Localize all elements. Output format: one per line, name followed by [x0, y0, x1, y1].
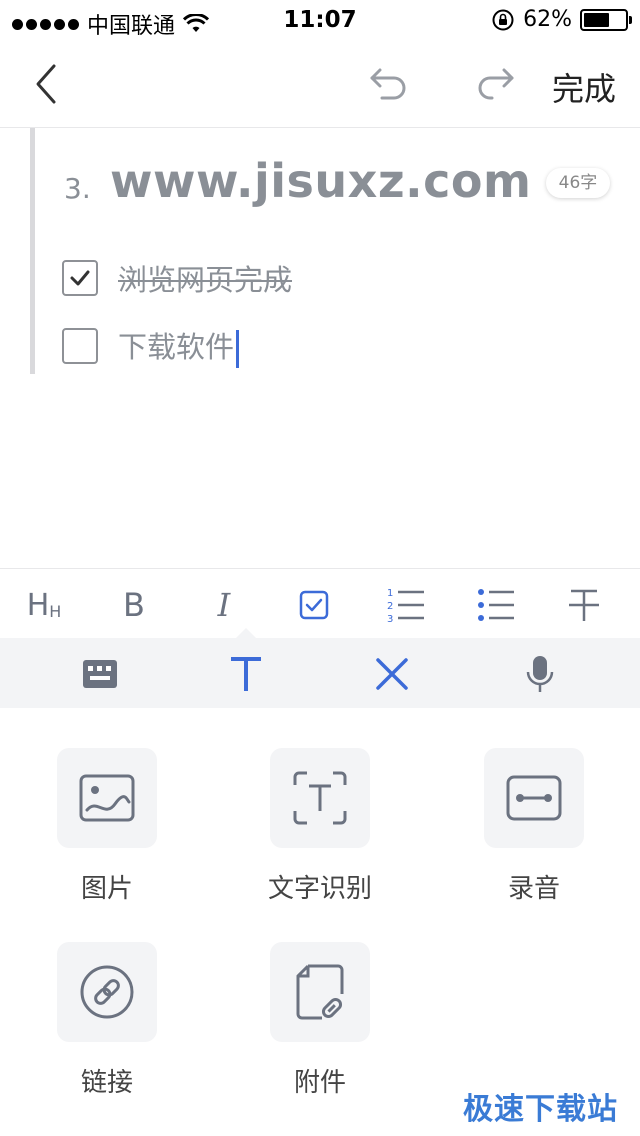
battery-fill	[584, 12, 609, 27]
heading-text[interactable]: www.jisuxz.com	[110, 154, 531, 208]
microphone-icon[interactable]	[516, 650, 564, 698]
insert-recording-button[interactable]	[484, 748, 584, 848]
insert-recording-label: 录音	[507, 874, 560, 904]
status-bar: 中国联通 11:07 62%	[0, 0, 640, 40]
watermark: 极速下载站	[463, 1092, 618, 1127]
task-label-text: 下载软件	[118, 330, 235, 364]
close-icon[interactable]	[368, 650, 416, 698]
insert-ocr-button[interactable]	[270, 748, 370, 848]
heading-number: 3.	[64, 172, 91, 205]
text-format-icon[interactable]	[222, 650, 270, 698]
word-count-badge: 46字	[546, 168, 610, 198]
recording-icon	[506, 775, 562, 821]
text-recognition-icon	[293, 771, 347, 825]
heading-icon[interactable]: HH	[22, 583, 66, 627]
svg-text:2: 2	[387, 601, 393, 612]
battery-percent: 62%	[523, 7, 572, 32]
format-toolbar: HH B I 1 2 3	[0, 568, 640, 638]
keyboard-icon[interactable]	[76, 650, 124, 698]
link-icon	[80, 965, 134, 1019]
orientation-lock-icon	[492, 9, 514, 30]
note-editor-screen: 中国联通 11:07 62% 完成 3. www.jisuxz.com 46字 …	[0, 0, 640, 1136]
insert-image-button[interactable]	[57, 748, 157, 848]
attachment-icon	[296, 964, 344, 1020]
task-checkbox-checked[interactable]	[62, 260, 98, 296]
svg-text:1: 1	[387, 588, 393, 599]
battery-icon	[580, 8, 632, 31]
insert-link-button[interactable]	[57, 942, 157, 1042]
image-icon	[79, 774, 135, 822]
heading-icon-letter: H	[26, 587, 50, 623]
task-label[interactable]: 浏览网页完成	[118, 257, 292, 299]
numbered-list-icon[interactable]: 1 2 3	[384, 583, 428, 627]
done-button[interactable]: 完成	[552, 64, 616, 110]
undo-icon[interactable]	[366, 64, 414, 104]
insert-link-label: 链接	[80, 1068, 133, 1098]
insert-panel: 图片 文字识别 录音 链接 附件 极速下载站	[0, 708, 640, 1136]
nav-bar: 完成	[0, 40, 640, 128]
active-mode-pointer	[236, 628, 256, 638]
text-cursor	[236, 330, 240, 368]
mode-bar	[0, 628, 640, 708]
italic-icon[interactable]: I	[202, 583, 246, 627]
quote-bar	[30, 128, 35, 374]
insert-image-label: 图片	[80, 874, 133, 904]
strikethrough-icon[interactable]	[562, 583, 606, 627]
task-checkbox-unchecked[interactable]	[62, 328, 98, 364]
task-item: 下载软件	[62, 324, 240, 368]
heading-icon-sub: H	[49, 601, 62, 621]
bullet-list-icon[interactable]	[474, 583, 518, 627]
insert-attachment-label: 附件	[293, 1068, 346, 1098]
task-label[interactable]: 下载软件	[118, 324, 240, 368]
svg-text:3: 3	[387, 614, 393, 625]
checkbox-icon[interactable]	[292, 583, 336, 627]
insert-ocr-label: 文字识别	[267, 874, 372, 904]
bold-icon-letter: B	[123, 586, 145, 624]
bold-icon[interactable]: B	[112, 583, 156, 627]
checkmark-icon	[70, 270, 90, 286]
redo-icon[interactable]	[470, 64, 518, 104]
italic-icon-letter: I	[217, 586, 231, 624]
insert-attachment-button[interactable]	[270, 942, 370, 1042]
task-item: 浏览网页完成	[62, 258, 292, 298]
note-content[interactable]: 3. www.jisuxz.com 46字 浏览网页完成 下载软件	[0, 128, 640, 568]
status-right: 62%	[491, 7, 632, 32]
back-icon[interactable]	[28, 60, 68, 108]
